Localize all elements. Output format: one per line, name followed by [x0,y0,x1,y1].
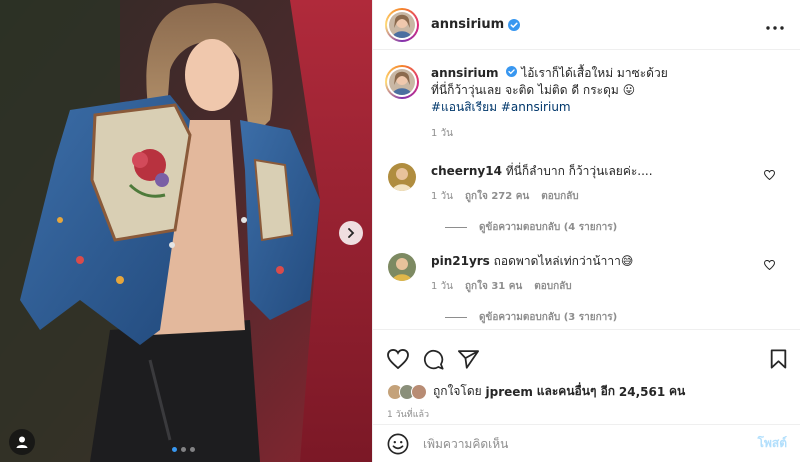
bookmark-icon[interactable] [770,349,787,369]
liked-by-summary[interactable]: ถูกใจโดย jpreem และคนอื่นๆ อีก 24,561 คน [387,382,787,401]
verified-badge-icon [506,66,518,77]
post-header: annsirium [373,0,800,50]
liked-by-user[interactable]: jpreem [486,385,533,399]
post-caption: annsirium ไอ้เราก็ได้เสื้อใหม่ มาซะด้วย … [385,65,785,141]
liked-by-others[interactable]: และคนอื่นๆ อีก [537,382,615,401]
commenter-avatar[interactable] [388,253,416,281]
next-image-button[interactable] [339,221,363,245]
action-bar [387,338,787,380]
add-comment-bar: โพสต์ [373,424,800,462]
verified-badge-icon [508,18,521,31]
comment-text: ที่นี่ก็ลำบาก ก็ว้าวุ่นเลยค่ะ.... [505,164,653,178]
reply-button[interactable]: ตอบกลับ [534,279,571,294]
reply-button[interactable]: ตอบกลับ [541,189,578,204]
post-details-pane: annsirium annsirium ไอ้เราก็ได้เสื้อใหม่… [372,0,800,462]
more-options-button[interactable] [766,14,784,35]
comment-text: ถอดพาดไหล่เท่กว่าน้าาา😅 [493,254,634,268]
caption-timestamp[interactable]: 1 วัน [431,126,453,141]
user-icon [16,436,28,448]
carousel-indicator [172,447,195,452]
share-paper-plane-icon[interactable] [458,349,479,369]
comment-likes-count[interactable]: ถูกใจ 272 คน [465,189,529,204]
photo-image [0,0,372,462]
liker-avatars [387,383,427,400]
likes-count[interactable]: 24,561 [619,385,665,399]
caption-author-avatar[interactable] [385,65,419,99]
view-replies-button[interactable]: ดูข้อความตอบกลับ (4 รายการ) [445,220,785,235]
comment-username[interactable]: pin21yrs [431,254,490,268]
comment-item: pin21yrs ถอดพาดไหล่เท่กว่าน้าาา😅 1 วัน ถ… [385,253,785,294]
likes-suffix: คน [669,384,686,398]
avatar-image [388,163,416,191]
hashtag-link[interactable]: #แอนสิเรียม [431,100,497,114]
author-username[interactable]: annsirium [431,17,504,32]
tagged-users-button[interactable] [9,429,35,455]
chevron-right-icon [348,228,355,238]
comment-timestamp[interactable]: 1 วัน [431,189,453,204]
avatar-image [388,253,416,281]
caption-text-line2: ที่นี่ก็ว้าวุ่นเลย จะติด ไม่ติด ดี กระดุ… [431,83,636,97]
post-comment-button[interactable]: โพสต์ [758,434,787,453]
caption-text-line1: ไอ้เราก็ได้เสื้อใหม่ มาซะด้วย [521,66,668,80]
like-comment-heart-icon[interactable] [763,259,776,273]
post-time-ago[interactable]: 1 วันที่แล้ว [387,407,787,421]
post-photo[interactable] [0,0,372,462]
more-horizontal-icon [766,26,784,30]
avatar-image [389,11,415,38]
carousel-dot [181,447,186,452]
view-replies-label: ดูข้อความตอบกลับ (4 รายการ) [479,222,618,233]
comment-item: cheerny14 ที่นี่ก็ลำบาก ก็ว้าวุ่นเลยค่ะ.… [385,163,785,204]
post-actions-section: ถูกใจโดย jpreem และคนอื่นๆ อีก 24,561 คน… [373,329,800,421]
emoji-icon[interactable] [387,433,409,455]
like-comment-heart-icon[interactable] [763,169,776,183]
comment-likes-count[interactable]: ถูกใจ 31 คน [465,279,522,294]
comment-bubble-icon[interactable] [423,349,444,370]
carousel-dot [172,447,177,452]
comment-timestamp[interactable]: 1 วัน [431,279,453,294]
view-replies-label: ดูข้อความตอบกลับ (3 รายการ) [479,312,618,323]
hashtag-link[interactable]: #annsirium [501,100,571,114]
comment-username[interactable]: cheerny14 [431,164,502,178]
liked-by-prefix: ถูกใจโดย [433,384,482,398]
caption-username[interactable]: annsirium [431,66,499,80]
avatar-image [389,69,415,95]
carousel-dot [190,447,195,452]
view-replies-button[interactable]: ดูข้อความตอบกลับ (3 รายการ) [445,310,785,325]
comment-input[interactable] [423,436,758,451]
comments-list[interactable]: annsirium ไอ้เราก็ได้เสื้อใหม่ มาซะด้วย … [373,51,800,329]
author-avatar[interactable] [385,7,419,42]
commenter-avatar[interactable] [388,163,416,191]
like-heart-icon[interactable] [387,349,409,369]
